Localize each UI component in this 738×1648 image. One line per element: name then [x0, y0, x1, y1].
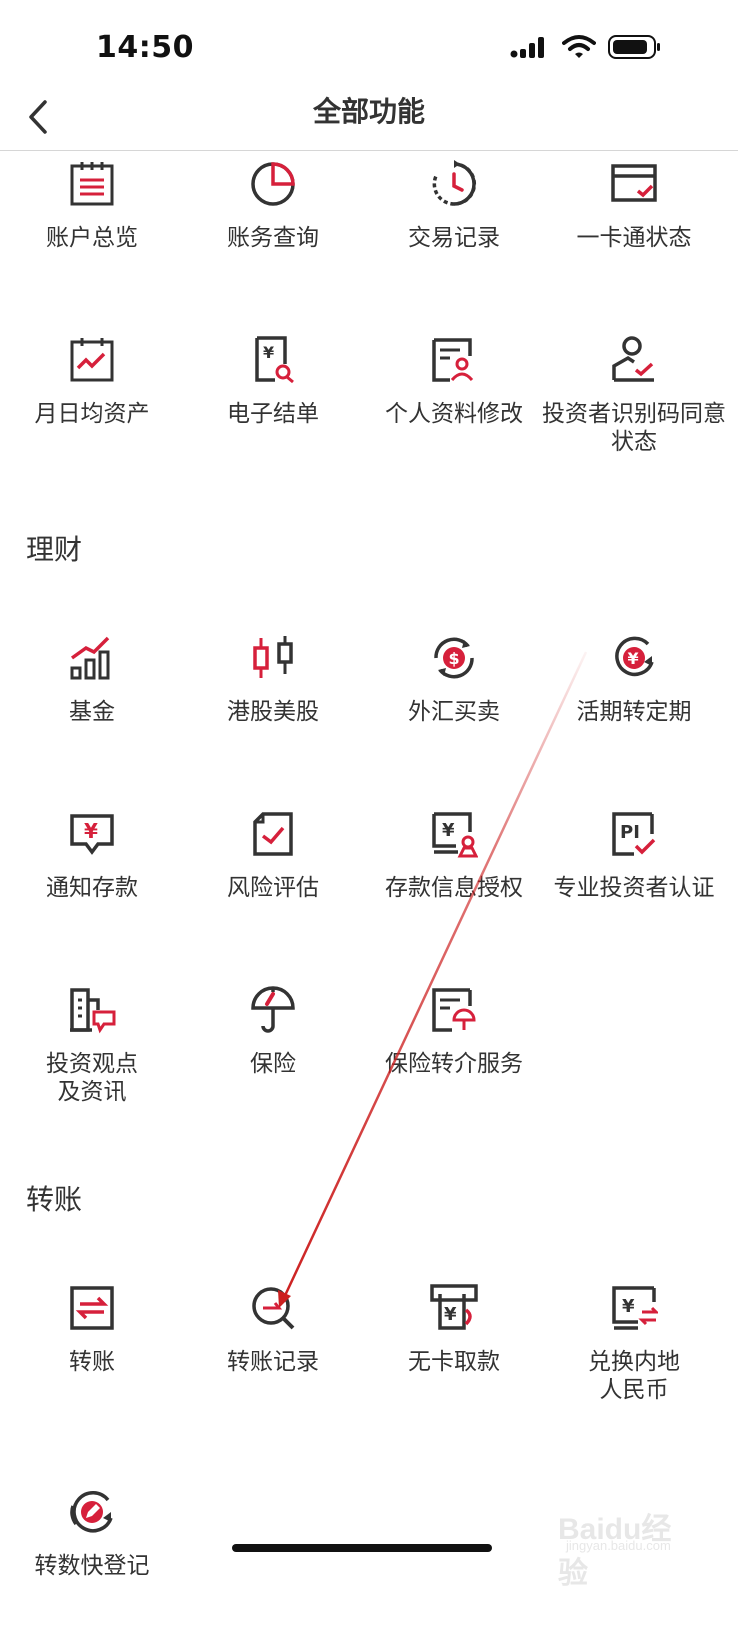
section-title-transfer: 转账	[26, 1183, 83, 1216]
grid-item-label: 转数快登记	[34, 1553, 150, 1579]
grid-item-risk-assessment[interactable]: 风险评估	[181, 810, 365, 970]
baidu-watermark: Baidu经验 jingyan.baidu.com	[558, 1488, 698, 1590]
grid-item-profile-edit[interactable]: 个人资料修改	[362, 336, 546, 496]
grid-item-label: 交易记录	[408, 225, 500, 251]
svg-text:¥: ¥	[622, 1296, 635, 1317]
grid-item-deposit-info-auth[interactable]: ¥ 存款信息授权	[362, 810, 546, 970]
battery-icon	[608, 35, 660, 59]
document-check-icon	[253, 812, 293, 856]
grid-item-label: 账户总览	[46, 225, 138, 251]
grid-item-label: 专业投资者认证	[553, 875, 715, 901]
grid-item-label: 保险转介服务	[385, 1051, 523, 1077]
grid-item-label: 港股美股	[227, 699, 319, 725]
grid-item-hk-us-stocks[interactable]: 港股美股	[181, 634, 365, 794]
watermark-subtext: jingyan.baidu.com	[566, 1538, 671, 1553]
grid-item-transfer[interactable]: 转账	[0, 1284, 184, 1444]
grid-item-professional-investor[interactable]: PI 专业投资者认证	[542, 810, 726, 970]
grid-item-label: 电子结单	[227, 401, 319, 427]
grid-item-label: 基金	[69, 699, 115, 725]
grid-item-label: 月日均资产	[34, 401, 150, 427]
home-indicator[interactable]	[232, 1544, 492, 1552]
user-check-icon	[612, 336, 654, 382]
atm-cash-icon: ¥	[430, 1284, 478, 1330]
umbrella-icon	[251, 986, 295, 1033]
yuan-cycle-icon: ¥	[615, 636, 654, 677]
calendar-trend-icon	[70, 338, 114, 382]
grid-item-notice-deposit[interactable]: ¥ 通知存款	[0, 810, 184, 970]
history-clock-icon	[432, 160, 477, 206]
grid-item-forex[interactable]: $ 外汇买卖	[362, 634, 546, 794]
svg-text:¥: ¥	[444, 1304, 457, 1325]
svg-text:$: $	[449, 649, 460, 668]
status-time: 14:50	[96, 30, 194, 65]
grid-item-label: 转账记录	[227, 1349, 319, 1375]
page-title: 全部功能	[312, 95, 425, 128]
currency-exchange-icon: $	[434, 637, 474, 679]
grid-item-label: 保险	[250, 1051, 296, 1077]
grid-item-e-statement[interactable]: ¥ 电子结单	[181, 336, 365, 496]
grid-item-label: 账务查询	[227, 225, 319, 251]
grid-item-label: 风险评估	[227, 875, 319, 901]
profile-edit-icon	[432, 338, 474, 382]
svg-text:¥: ¥	[263, 343, 274, 362]
grid-item-transaction-records[interactable]: 交易记录	[362, 160, 546, 320]
pi-check-icon: PI	[612, 812, 656, 856]
bar-trend-icon	[70, 636, 110, 680]
grid-item-cardless-withdrawal[interactable]: ¥ 无卡取款	[362, 1284, 546, 1444]
building-news-icon	[70, 988, 116, 1034]
grid-item-demand-to-fixed[interactable]: ¥ 活期转定期	[542, 634, 726, 794]
grid-item-label: 无卡取款	[408, 1349, 500, 1375]
yuan-authorize-icon: ¥	[432, 812, 478, 858]
grid-item-label: 通知存款	[46, 875, 138, 901]
grid-item-label: 存款信息授权	[385, 875, 523, 901]
svg-text:¥: ¥	[84, 819, 98, 843]
grid-item-label: 转账	[69, 1349, 115, 1375]
grid-item-label: 个人资料修改	[385, 401, 523, 427]
status-icons	[510, 34, 670, 66]
grid-item-account-overview[interactable]: 账户总览	[0, 160, 184, 320]
grid-item-insurance-referral[interactable]: 保险转介服务	[362, 986, 546, 1146]
grid-item-card-status[interactable]: 一卡通状态	[542, 160, 726, 320]
grid-item-label: 外汇买卖	[408, 699, 500, 725]
grid-item-label: 兑换内地人民币	[588, 1349, 680, 1403]
grid-item-label: 投资者识别码同意状态	[542, 401, 726, 455]
grid-item-investment-insights[interactable]: 投资观点及资讯	[0, 986, 184, 1146]
wifi-icon	[562, 35, 596, 58]
document-umbrella-icon	[432, 988, 476, 1032]
pie-chart-icon	[251, 162, 295, 206]
yuan-exchange-icon: ¥	[612, 1286, 658, 1330]
grid-item-account-inquiry[interactable]: 账务查询	[181, 160, 365, 320]
grid-item-fps-registration[interactable]: 转数快登记	[0, 1488, 184, 1648]
clipboard-list-icon	[70, 162, 114, 206]
svg-text:PI: PI	[620, 822, 640, 843]
transfer-arrows-icon	[70, 1286, 114, 1330]
svg-text:¥: ¥	[442, 820, 455, 841]
signal-icon	[510, 37, 544, 58]
grid-item-label: 投资观点及资讯	[46, 1051, 138, 1105]
fps-edit-icon	[70, 1491, 113, 1533]
transfer-search-icon	[252, 1287, 295, 1330]
grid-item-investor-id-consent[interactable]: 投资者识别码同意状态	[542, 336, 726, 496]
grid-item-average-assets[interactable]: 月日均资产	[0, 336, 184, 496]
card-check-icon	[611, 164, 657, 202]
grid-item-label: 活期转定期	[576, 699, 692, 725]
statement-search-icon: ¥	[255, 336, 294, 384]
grid-item-funds[interactable]: 基金	[0, 634, 184, 794]
grid-item-exchange-rmb[interactable]: ¥ 兑换内地人民币	[542, 1284, 726, 1444]
candlestick-icon	[253, 636, 293, 678]
status-bar: 14:50	[0, 0, 738, 96]
svg-text:¥: ¥	[628, 649, 639, 668]
yuan-message-icon: ¥	[70, 814, 114, 855]
section-title-wealth: 理财	[26, 533, 83, 566]
grid-item-insurance[interactable]: 保险	[181, 986, 365, 1146]
grid-item-label: 一卡通状态	[576, 225, 692, 251]
grid-item-transfer-records[interactable]: 转账记录	[181, 1284, 365, 1444]
nav-bar: 全部功能	[0, 96, 738, 151]
